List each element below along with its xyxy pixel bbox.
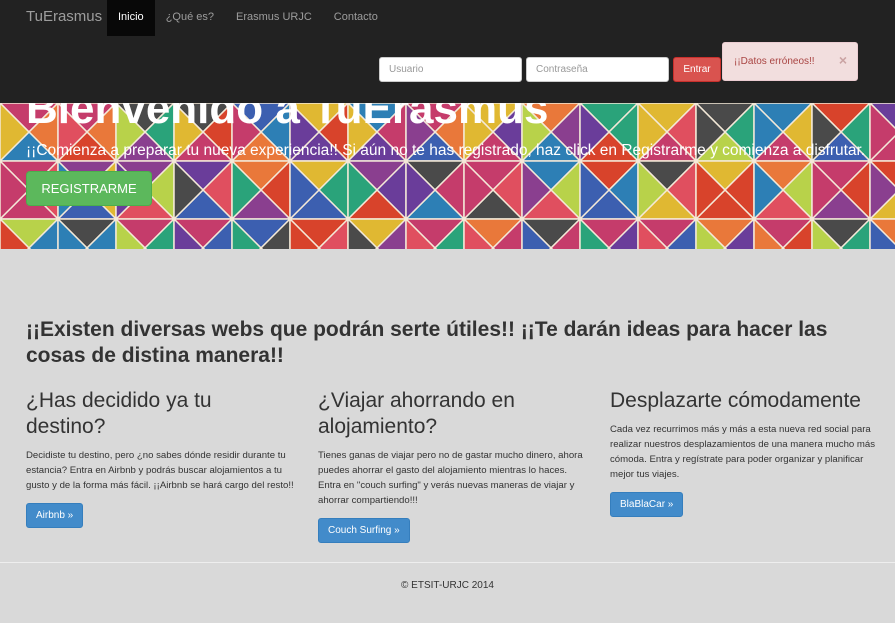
- column-title: ¿Viajar ahorrando en alojamiento?: [318, 389, 515, 438]
- login-form: Entrar: [379, 57, 721, 82]
- close-icon[interactable]: ×: [839, 52, 847, 68]
- column-title: Desplazarte cómodamente: [610, 389, 861, 412]
- column-text: Cada vez recurrimos más y más a esta nue…: [610, 424, 876, 480]
- brand-link[interactable]: TuErasmus: [26, 8, 102, 25]
- register-button[interactable]: REGISTRARME: [26, 171, 152, 206]
- password-input[interactable]: [526, 57, 669, 82]
- hero-subtitle: ¡¡Comienza a preparar tu nueva experienc…: [26, 142, 866, 159]
- column-title: ¿Has decidido ya tu destino?: [26, 389, 212, 438]
- error-alert: ¡¡Datos erróneos!! ×: [722, 42, 858, 81]
- nav-menu: Inicio ¿Qué es? Erasmus URJC Contacto: [107, 0, 389, 36]
- airbnb-button[interactable]: Airbnb »: [26, 503, 84, 528]
- column-text: Decidiste tu destino, pero ¿no sabes dón…: [26, 450, 294, 491]
- blablacar-button[interactable]: BlaBlaCar »: [610, 492, 684, 517]
- nav-item-que-es[interactable]: ¿Qué es?: [155, 0, 225, 36]
- column-alojamiento: ¿Viajar ahorrando en alojamiento? Tienes…: [318, 388, 588, 543]
- main-heading: ¡¡Existen diversas webs que podrán serte…: [26, 318, 828, 367]
- username-input[interactable]: [379, 57, 522, 82]
- column-destino: ¿Has decidido ya tu destino? Decidiste t…: [26, 388, 296, 528]
- login-button[interactable]: Entrar: [673, 57, 721, 82]
- footer-divider: [0, 562, 895, 563]
- column-text: Tienes ganas de viajar pero no de gastar…: [318, 450, 583, 506]
- hero-jumbotron: Bienvenido a TuErasmus ¡¡Comienza a prep…: [0, 103, 895, 249]
- couch-surfing-button[interactable]: Couch Surfing »: [318, 518, 410, 543]
- hero-title: Bienvenido a TuErasmus: [26, 103, 549, 133]
- navbar: TuErasmus Inicio ¿Qué es? Erasmus URJC C…: [0, 0, 895, 103]
- error-alert-message: ¡¡Datos erróneos!!: [734, 56, 815, 67]
- column-desplazarte: Desplazarte cómodamente Cada vez recurri…: [610, 388, 880, 517]
- nav-item-erasmus-urjc[interactable]: Erasmus URJC: [225, 0, 323, 36]
- footer-copyright: © ETSIT-URJC 2014: [401, 580, 494, 591]
- nav-item-inicio[interactable]: Inicio: [107, 0, 155, 36]
- nav-item-contacto[interactable]: Contacto: [323, 0, 389, 36]
